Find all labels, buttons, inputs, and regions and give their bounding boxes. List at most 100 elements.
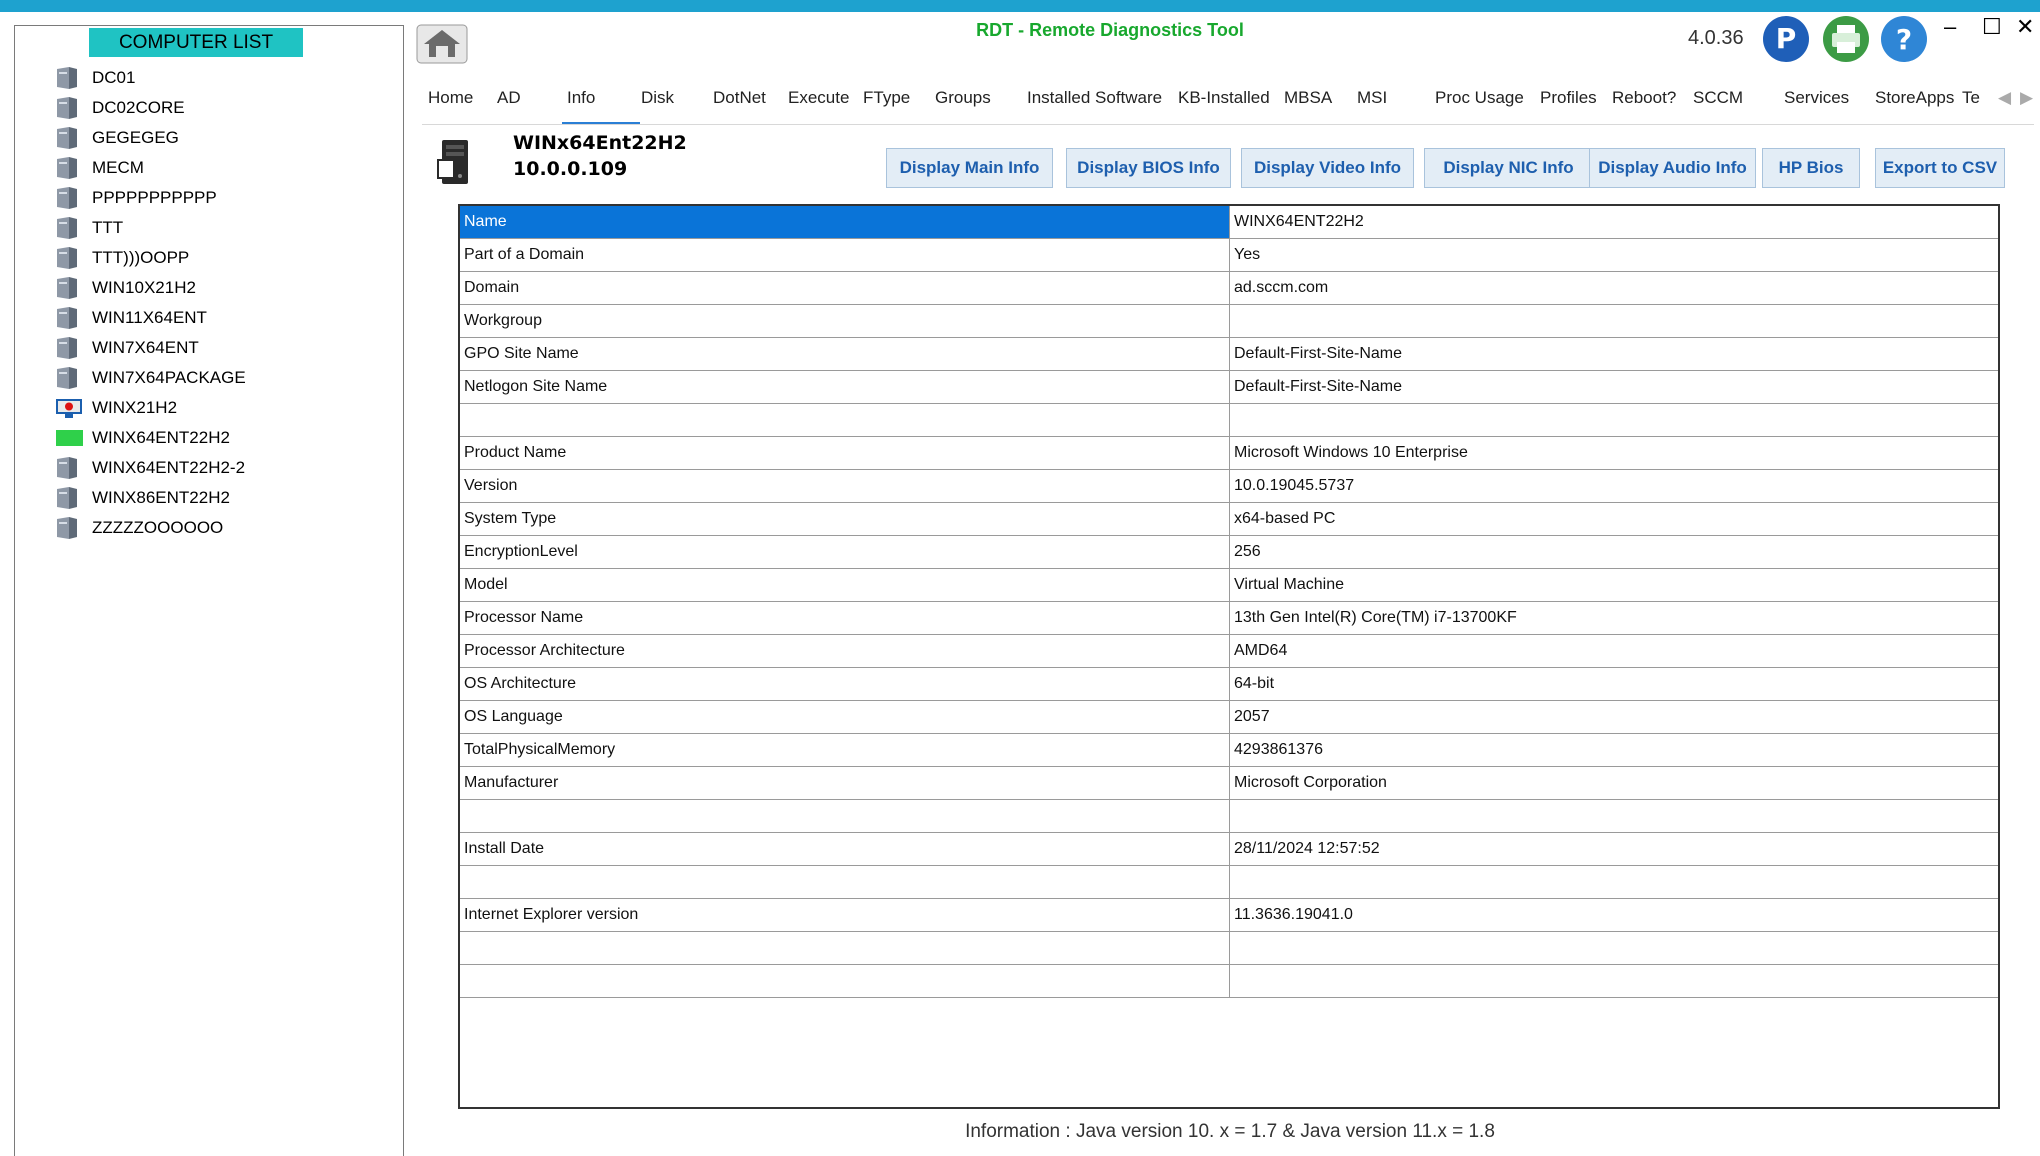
property-name-cell[interactable] [460,866,1230,898]
property-value-cell[interactable] [1230,932,1998,964]
export-to-csv-button[interactable]: Export to CSV [1875,148,2005,188]
minimize-button[interactable]: – [1944,14,1956,40]
property-name-cell[interactable]: Processor Name [460,602,1230,634]
property-value-cell[interactable] [1230,305,1998,337]
maximize-button[interactable]: ☐ [1982,14,2002,40]
display-video-info-button[interactable]: Display Video Info [1241,148,1414,188]
tab-msi[interactable]: MSI [1357,88,1387,108]
tab-scroll-right-icon[interactable]: ▶ [2020,88,2033,108]
property-value-cell[interactable]: 256 [1230,536,1998,568]
property-value-cell[interactable]: Microsoft Windows 10 Enterprise [1230,437,1998,469]
property-value-cell[interactable]: Yes [1230,239,1998,271]
display-nic-info-button[interactable]: Display NIC Info [1424,148,1593,188]
computer-list-item[interactable]: WINX21H2 [55,393,395,423]
table-row[interactable] [460,866,1998,899]
table-row[interactable]: Domain ad.sccm.com [460,272,1998,305]
property-value-cell[interactable]: ad.sccm.com [1230,272,1998,304]
table-row[interactable]: Netlogon Site Name Default-First-Site-Nam… [460,371,1998,404]
property-value-cell[interactable]: Default-First-Site-Name [1230,371,1998,403]
property-value-cell[interactable] [1230,965,1998,997]
tab-groups[interactable]: Groups [935,88,991,108]
table-row[interactable]: System Type x64-based PC [460,503,1998,536]
property-name-cell[interactable]: System Type [460,503,1230,535]
table-row[interactable]: OS Language 2057 [460,701,1998,734]
table-row[interactable]: GPO Site Name Default-First-Site-Name [460,338,1998,371]
table-row[interactable]: Internet Explorer version 11.3636.19041.0 [460,899,1998,932]
property-name-cell[interactable]: Part of a Domain [460,239,1230,271]
table-row[interactable]: OS Architecture 64-bit [460,668,1998,701]
table-row[interactable]: EncryptionLevel 256 [460,536,1998,569]
property-name-cell[interactable]: Processor Architecture [460,635,1230,667]
property-name-cell[interactable]: TotalPhysicalMemory [460,734,1230,766]
hp-bios-button[interactable]: HP Bios [1762,148,1860,188]
table-row[interactable]: Processor Name 13th Gen Intel(R) Core(TM)… [460,602,1998,635]
property-name-cell[interactable] [460,800,1230,832]
property-value-cell[interactable]: 2057 [1230,701,1998,733]
property-value-cell[interactable] [1230,866,1998,898]
tab-dotnet[interactable]: DotNet [713,88,766,108]
computer-list-item[interactable]: WIN7X64ENT [55,333,395,363]
tab-disk[interactable]: Disk [641,88,674,108]
close-button[interactable]: ✕ [2016,14,2034,40]
property-value-cell[interactable]: 11.3636.19041.0 [1230,899,1998,931]
computer-list-item[interactable]: ZZZZZOOOOOO [55,513,395,543]
computer-list-item[interactable]: GEGEGEG [55,123,395,153]
computer-list-item[interactable]: WINX86ENT22H2 [55,483,395,513]
table-row[interactable]: Install Date 28/11/2024 12:57:52 [460,833,1998,866]
property-value-cell[interactable]: 4293861376 [1230,734,1998,766]
computer-list-item[interactable]: WIN7X64PACKAGE [55,363,395,393]
table-row[interactable]: Product Name Microsoft Windows 10 Enterpr… [460,437,1998,470]
table-row[interactable]: Manufacturer Microsoft Corporation [460,767,1998,800]
computer-list-item[interactable]: WIN11X64ENT [55,303,395,333]
computer-list-item[interactable]: MECM [55,153,395,183]
property-value-cell[interactable] [1230,800,1998,832]
property-name-cell[interactable]: Model [460,569,1230,601]
computer-list-item[interactable]: WINX64ENT22H2 [55,423,395,453]
property-value-cell[interactable]: Virtual Machine [1230,569,1998,601]
property-name-cell[interactable]: Internet Explorer version [460,899,1230,931]
property-name-cell[interactable] [460,965,1230,997]
tab-info[interactable]: Info [567,88,595,108]
property-name-cell[interactable]: GPO Site Name [460,338,1230,370]
table-row[interactable]: Version 10.0.19045.5737 [460,470,1998,503]
property-value-cell[interactable]: Microsoft Corporation [1230,767,1998,799]
tab-storeapps[interactable]: StoreApps [1875,88,1954,108]
computer-list-header[interactable]: COMPUTER LIST [89,28,303,57]
property-value-cell[interactable]: 28/11/2024 12:57:52 [1230,833,1998,865]
tab-kb-installed[interactable]: KB-Installed [1178,88,1270,108]
table-row[interactable]: Model Virtual Machine [460,569,1998,602]
tab-installed-software[interactable]: Installed Software [1027,88,1162,108]
computer-list-item[interactable]: TTT [55,213,395,243]
display-audio-info-button[interactable]: Display Audio Info [1589,148,1756,188]
display-bios-info-button[interactable]: Display BIOS Info [1066,148,1231,188]
computer-list-item[interactable]: PPPPPPPPPPP [55,183,395,213]
help-icon[interactable]: ? [1881,16,1927,62]
paypal-icon[interactable]: P [1763,16,1809,62]
tab-services[interactable]: Services [1784,88,1849,108]
table-row[interactable] [460,800,1998,833]
property-name-cell[interactable] [460,404,1230,436]
table-row[interactable] [460,404,1998,437]
property-name-cell[interactable]: Domain [460,272,1230,304]
computer-list-item[interactable]: DC02CORE [55,93,395,123]
property-name-cell[interactable]: Netlogon Site Name [460,371,1230,403]
property-name-cell[interactable]: Manufacturer [460,767,1230,799]
property-name-cell[interactable]: Product Name [460,437,1230,469]
tab-profiles[interactable]: Profiles [1540,88,1597,108]
table-row[interactable]: TotalPhysicalMemory 4293861376 [460,734,1998,767]
tab-mbsa[interactable]: MBSA [1284,88,1332,108]
table-row[interactable]: Workgroup [460,305,1998,338]
computer-list-item[interactable]: TTT)))OOPP [55,243,395,273]
table-row[interactable] [460,932,1998,965]
property-value-cell[interactable]: AMD64 [1230,635,1998,667]
tab-execute[interactable]: Execute [788,88,849,108]
property-value-cell[interactable]: 10.0.19045.5737 [1230,470,1998,502]
property-value-cell[interactable]: 13th Gen Intel(R) Core(TM) i7-13700KF [1230,602,1998,634]
computer-list-item[interactable]: DC01 [55,63,395,93]
table-row[interactable]: Processor Architecture AMD64 [460,635,1998,668]
property-name-cell[interactable]: Install Date [460,833,1230,865]
property-value-cell[interactable]: x64-based PC [1230,503,1998,535]
computer-list-item[interactable]: WINX64ENT22H2-2 [55,453,395,483]
property-name-cell[interactable]: OS Language [460,701,1230,733]
home-icon[interactable] [416,24,468,64]
